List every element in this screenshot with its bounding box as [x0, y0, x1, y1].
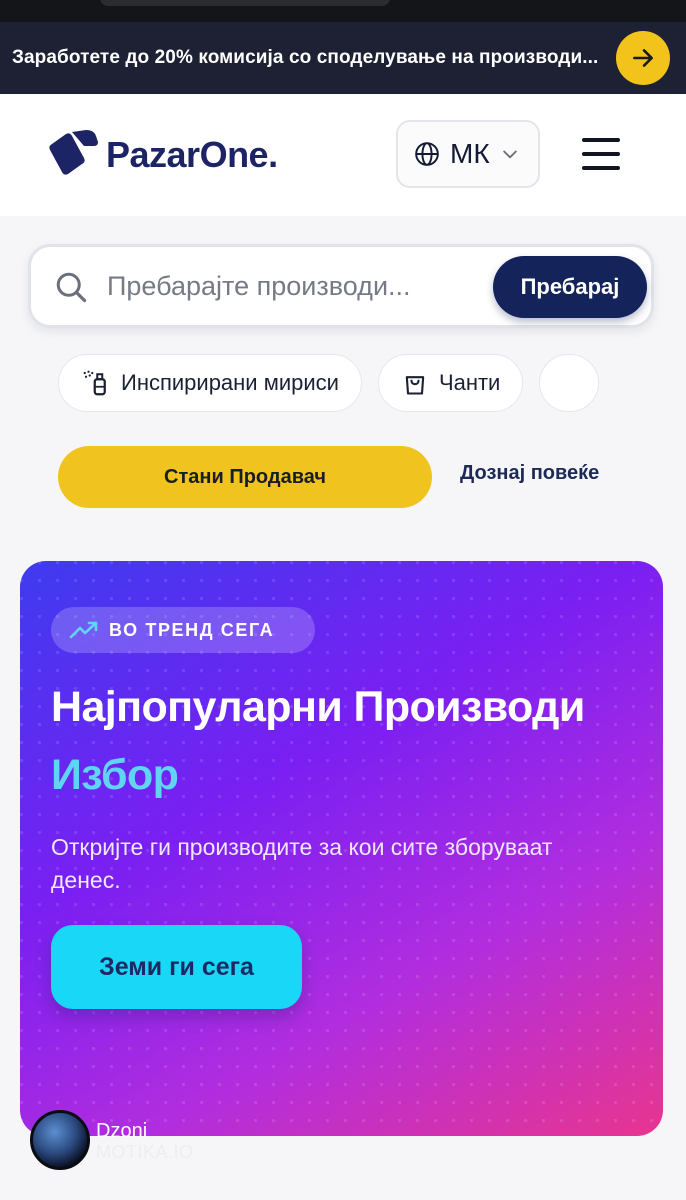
status-bar: [0, 0, 686, 22]
language-label: МК: [450, 138, 490, 169]
category-chips: Инспирирани мириси Чанти: [58, 354, 624, 412]
search-icon: [56, 272, 87, 303]
promo-text: Заработете до 20% комисија со споделувањ…: [12, 47, 599, 68]
search-button[interactable]: Пребарај: [493, 256, 647, 318]
trending-badge: ВО ТРЕНД СЕГА: [51, 607, 315, 653]
hero-highlight: Избор: [51, 751, 179, 799]
promo-arrow-button[interactable]: [616, 31, 670, 85]
globe-icon: [415, 142, 439, 166]
search-bar: Пребарај: [28, 244, 654, 328]
learn-more-link[interactable]: Дознај повеќе: [460, 462, 599, 485]
hero-title: Најпопуларни Производи: [51, 683, 585, 731]
hamburger-icon[interactable]: [576, 132, 626, 176]
become-seller-button[interactable]: Стани Продавач: [58, 446, 432, 508]
trending-label: ВО ТРЕНД СЕГА: [109, 619, 275, 640]
logo-mark-icon: [49, 130, 98, 175]
perfume-icon: [83, 370, 106, 396]
bag-icon: [405, 376, 425, 395]
watermark-name: Dzoni: [96, 1120, 148, 1142]
language-selector[interactable]: МК: [396, 120, 540, 188]
logo-text: PazarOne.: [106, 134, 278, 175]
hero-description: Откријте ги производите за кои сите збор…: [51, 834, 553, 893]
category-chip-bags[interactable]: Чанти: [377, 354, 524, 412]
logo[interactable]: PazarOne.: [44, 128, 278, 182]
category-label: Инспирирани мириси: [121, 370, 339, 395]
category-chip-perfumes[interactable]: Инспирирани мириси: [58, 354, 362, 412]
watermark-site: MOTIKA.IO: [96, 1142, 194, 1162]
category-label: Чанти: [438, 370, 501, 395]
hero-banner: ВО ТРЕНД СЕГА Најпопуларни Производи Изб…: [20, 561, 663, 1136]
category-chip-more[interactable]: [539, 354, 600, 412]
trending-up-icon: [69, 621, 98, 639]
hero-cta-button[interactable]: Земи ги сега: [51, 925, 302, 1009]
chevron-down-icon: [502, 150, 517, 159]
arrow-right-icon: [633, 49, 653, 67]
site-header: PazarOne. МК: [0, 94, 686, 216]
promo-banner[interactable]: Заработете до 20% комисија со споделувањ…: [0, 22, 686, 94]
url-pill: [100, 0, 390, 6]
avatar: [30, 1110, 90, 1170]
search-input[interactable]: [107, 259, 437, 313]
